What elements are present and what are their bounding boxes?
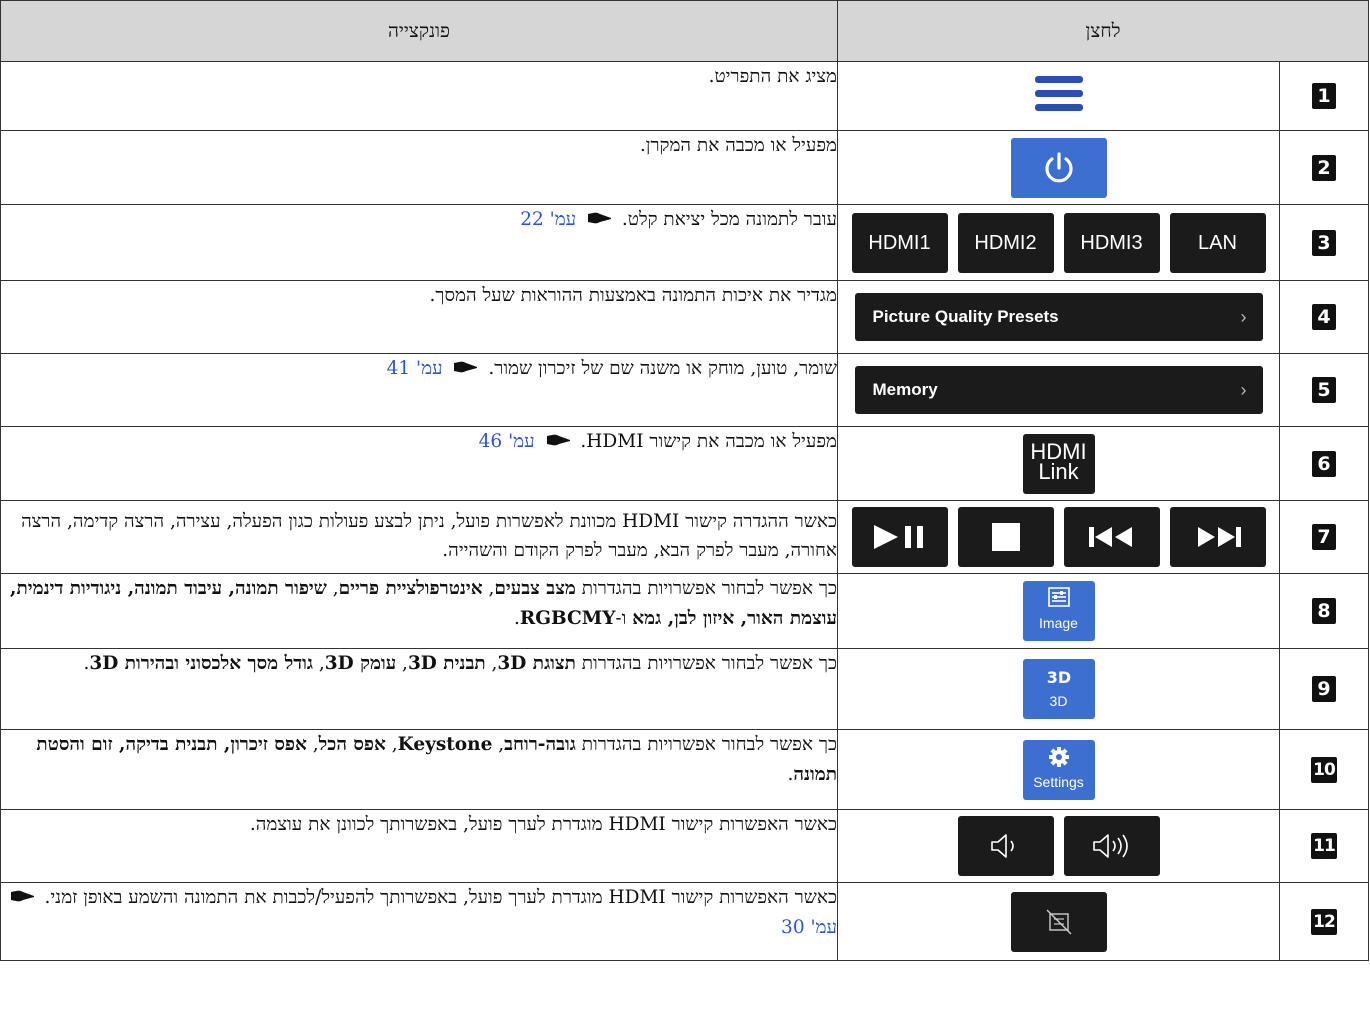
pointing-hand-icon bbox=[452, 354, 478, 384]
row-number: 12 bbox=[1311, 908, 1337, 935]
function-description: מציג את התפריט. bbox=[0, 61, 838, 131]
next-chapter-icon bbox=[1197, 527, 1241, 547]
source-button-hdmi3[interactable]: HDMI3 bbox=[1063, 212, 1160, 273]
function-description: מפעיל או מכבה את קישור HDMI. עמ' 46 bbox=[0, 426, 838, 501]
pointing-hand-icon bbox=[545, 427, 571, 457]
function-table: פונקצייה לחצן מציג את התפריט. 1 מפעיל או… bbox=[0, 0, 1369, 961]
av-mute-icon bbox=[1046, 909, 1071, 934]
table-row: כאשר האפשרות קישור HDMI מוגדרת לערך פועל… bbox=[0, 809, 1369, 883]
function-description: כאשר האפשרות קישור HDMI מוגדרת לערך פועל… bbox=[0, 809, 838, 883]
table-row: עובר לתמונה מכל יציאת קלט. עמ' 22 HDMI1 H… bbox=[0, 204, 1369, 281]
table-row: מפעיל או מכבה את קישור HDMI. עמ' 46 HDMI… bbox=[0, 426, 1369, 501]
volume-down-icon bbox=[990, 834, 1014, 858]
table-row: כך אפשר לבחור אפשרויות בהגדרות תצוגת 3D,… bbox=[0, 648, 1369, 730]
page-reference-link[interactable]: עמ' 30 bbox=[781, 917, 837, 938]
3d-icon: 3D bbox=[1023, 665, 1095, 691]
function-description: כאשר ההגדרה קישור HDMI מכוונת לאפשרות פו… bbox=[0, 500, 838, 574]
gear-icon bbox=[1023, 746, 1095, 772]
table-row: כך אפשר לבחור אפשרויות בהגדרות מצב צבעים… bbox=[0, 573, 1369, 649]
row-number: 10 bbox=[1311, 756, 1337, 783]
settings-button[interactable]: Settings bbox=[1022, 739, 1095, 800]
row-number: 4 bbox=[1312, 304, 1336, 330]
row-number: 11 bbox=[1311, 833, 1337, 859]
row-number: 7 bbox=[1312, 524, 1336, 550]
chevron-right-icon: › bbox=[1240, 307, 1247, 327]
image-button[interactable]: Image bbox=[1022, 581, 1095, 641]
play-pause-icon bbox=[873, 525, 923, 549]
memory-button[interactable]: Memory › bbox=[854, 366, 1263, 414]
source-button-hdmi1[interactable]: HDMI1 bbox=[851, 212, 948, 273]
row-number: 9 bbox=[1312, 676, 1336, 702]
stop-icon bbox=[991, 523, 1020, 551]
page-reference-link[interactable]: עמ' 22 bbox=[520, 209, 576, 230]
table-row: כאשר האפשרות קישור HDMI מוגדרת לערך פועל… bbox=[0, 882, 1369, 961]
previous-chapter-button[interactable] bbox=[1063, 507, 1160, 567]
picture-quality-presets-button[interactable]: Picture Quality Presets › bbox=[854, 293, 1263, 341]
table-row: מפעיל או מכבה את המקרן. 2 bbox=[0, 130, 1369, 205]
row-number: 6 bbox=[1312, 450, 1336, 477]
function-description: כך אפשר לבחור אפשרויות בהגדרות תצוגת 3D,… bbox=[0, 648, 838, 730]
button-column-header: לחצן bbox=[837, 0, 1369, 62]
function-description: כאשר האפשרות קישור HDMI מוגדרת לערך פועל… bbox=[0, 882, 838, 961]
pointing-hand-icon bbox=[9, 883, 35, 913]
menu-button[interactable] bbox=[1033, 74, 1085, 118]
power-icon bbox=[1044, 151, 1073, 182]
svg-text:3D: 3D bbox=[1046, 668, 1070, 687]
page-reference-link[interactable]: עמ' 46 bbox=[479, 431, 535, 452]
menu-icon bbox=[1034, 76, 1083, 111]
source-button-lan[interactable]: LAN bbox=[1169, 212, 1266, 273]
function-description: כך אפשר לבחור אפשרויות בהגדרות גובה-רוחב… bbox=[0, 729, 838, 810]
3d-button[interactable]: 3D 3D bbox=[1022, 659, 1095, 719]
table-row: כאשר ההגדרה קישור HDMI מכוונת לאפשרות פו… bbox=[0, 500, 1369, 574]
source-button-hdmi2[interactable]: HDMI2 bbox=[957, 212, 1054, 273]
table-row: שומר, טוען, מוחק או משנה שם של זיכרון שמ… bbox=[0, 353, 1369, 427]
row-number: 3 bbox=[1312, 229, 1336, 256]
function-description: שומר, טוען, מוחק או משנה שם של זיכרון שמ… bbox=[0, 353, 838, 427]
chevron-right-icon: › bbox=[1240, 380, 1247, 400]
play-pause-button[interactable] bbox=[851, 507, 948, 567]
function-description: כך אפשר לבחור אפשרויות בהגדרות מצב צבעים… bbox=[0, 573, 838, 649]
volume-up-button[interactable] bbox=[1063, 816, 1160, 876]
function-column-header: פונקצייה bbox=[0, 0, 838, 62]
next-chapter-button[interactable] bbox=[1169, 507, 1266, 567]
hdmi-link-button[interactable]: HDMI Link bbox=[1022, 433, 1095, 494]
row-number: 8 bbox=[1312, 598, 1336, 624]
button-cell bbox=[837, 61, 1280, 131]
table-row: מגדיר את איכות התמונה באמצעות ההוראות שע… bbox=[0, 280, 1369, 354]
power-button[interactable] bbox=[1010, 137, 1107, 198]
row-number: 5 bbox=[1312, 377, 1336, 403]
row-number: 1 bbox=[1312, 83, 1336, 109]
row-number: 2 bbox=[1312, 154, 1336, 181]
table-row: כך אפשר לבחור אפשרויות בהגדרות גובה-רוחב… bbox=[0, 729, 1369, 810]
previous-chapter-icon bbox=[1088, 527, 1132, 547]
table-row: מציג את התפריט. 1 bbox=[0, 61, 1369, 131]
image-settings-icon bbox=[1023, 587, 1095, 613]
pointing-hand-icon bbox=[586, 205, 612, 235]
function-description: מפעיל או מכבה את המקרן. bbox=[0, 130, 838, 205]
function-description: מגדיר את איכות התמונה באמצעות ההוראות שע… bbox=[0, 280, 838, 354]
page-reference-link[interactable]: עמ' 41 bbox=[387, 358, 443, 379]
volume-down-button[interactable] bbox=[957, 816, 1054, 876]
av-mute-button[interactable] bbox=[1010, 891, 1107, 952]
function-description: עובר לתמונה מכל יציאת קלט. עמ' 22 bbox=[0, 204, 838, 281]
stop-button[interactable] bbox=[957, 507, 1054, 567]
volume-up-icon bbox=[1092, 834, 1128, 858]
